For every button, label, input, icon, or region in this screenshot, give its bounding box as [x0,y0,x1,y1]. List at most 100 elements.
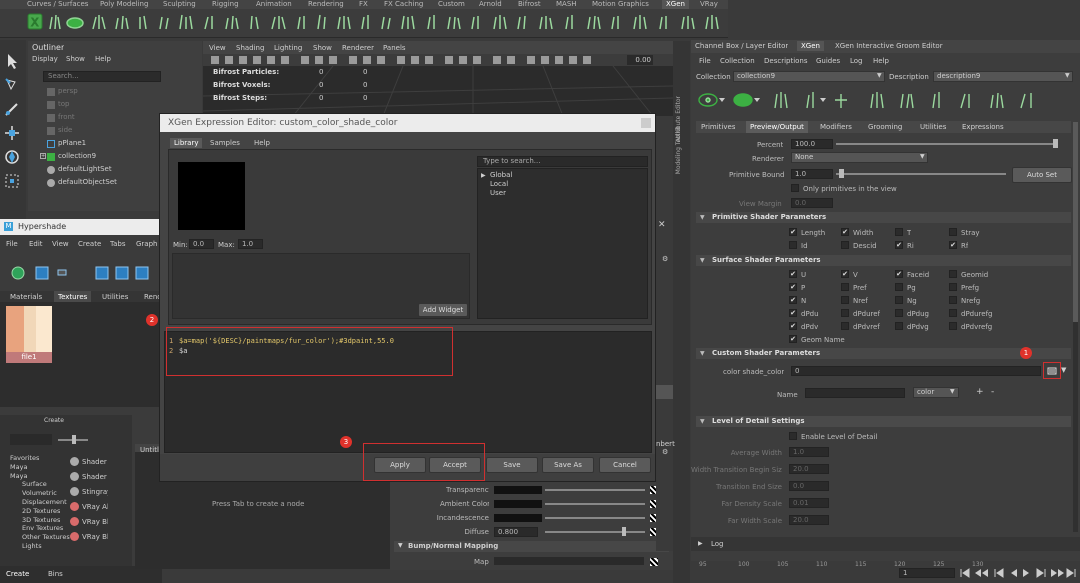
tab-samples[interactable]: Samples [210,139,240,147]
description-dropdown[interactable]: description9 [933,71,1073,82]
modeling-toolkit-tab[interactable]: Modeling Toolkit [675,126,688,174]
section-primitive-shader[interactable]: Primitive Shader Parameters [696,212,1071,223]
outliner-menu-display[interactable]: Display [32,55,58,63]
create-tree-item[interactable]: Other Textures [22,533,70,541]
tab-primitives[interactable]: Primitives [701,123,735,131]
shelf-tab[interactable]: Rendering [308,0,344,9]
icon-size-slider-handle[interactable] [72,435,76,444]
create-node-item[interactable]: Shader [82,458,108,466]
percent-slider-handle[interactable] [1053,139,1058,148]
scale-tool-icon[interactable] [3,172,21,190]
outliner-search-input[interactable]: Search... [43,71,161,82]
shader-param-checkbox[interactable] [789,241,797,249]
shader-param-checkbox[interactable]: ✔ [895,241,903,249]
shader-param-checkbox[interactable] [841,283,849,291]
outliner-item[interactable]: top [58,100,69,108]
shelf-tab[interactable]: Rigging [212,0,239,9]
shader-param-checkbox[interactable] [949,228,957,236]
tab-help[interactable]: Help [254,139,270,147]
tab-utilities[interactable]: Utilities [920,123,946,131]
shader-param-checkbox[interactable] [841,322,849,330]
lod-field[interactable]: 20.0 [789,464,829,474]
create-node-item[interactable]: Stingray [82,488,108,496]
shader-param-checkbox[interactable]: ✔ [841,270,849,278]
lod-field[interactable]: 0.0 [789,481,829,491]
shelf-tab[interactable]: FX [359,0,368,9]
max-field[interactable]: 1.0 [238,239,263,249]
create-search-input[interactable] [10,434,52,445]
outliner-item[interactable]: collection9 [58,152,96,160]
shader-param-checkbox[interactable] [841,296,849,304]
file1-label[interactable]: file1 [6,352,52,363]
hs-menu-file[interactable]: File [6,240,18,248]
shader-param-checkbox[interactable] [949,322,957,330]
outliner-menu-show[interactable]: Show [66,55,85,63]
shader-param-checkbox[interactable]: ✔ [789,283,797,291]
collection-dropdown[interactable]: collection9 [733,71,885,82]
color-preview-swatch[interactable] [178,162,245,230]
xgen-menu-descriptions[interactable]: Descriptions [764,57,808,65]
shelf-tab[interactable]: Animation [256,0,292,9]
shader-param-checkbox[interactable] [841,241,849,249]
create-tree-item[interactable]: Lights [22,542,42,550]
tab-channel-box[interactable]: Channel Box / Layer Editor [695,42,788,50]
diffuse-slider[interactable] [545,531,645,533]
create-tree-item[interactable]: Surface [22,480,47,488]
file1-swatch[interactable] [6,306,52,352]
hs-scroll[interactable] [656,385,673,399]
hs-menu-edit[interactable]: Edit [29,240,43,248]
mat-color-swatch[interactable] [494,486,542,494]
tab-xgen[interactable]: XGen [797,41,824,51]
create-node-item[interactable]: VRay Al [82,503,108,511]
percent-field[interactable]: 100.0 [791,139,833,149]
shader-param-checkbox[interactable] [895,228,903,236]
viewport-menu-renderer[interactable]: Renderer [342,44,374,52]
tab-expressions[interactable]: Expressions [962,123,1004,131]
xgen-toolbar-icons[interactable] [691,86,1080,114]
remove-param-button[interactable]: - [991,387,994,397]
tab-library[interactable]: Library [170,138,203,148]
shader-param-checkbox[interactable] [949,309,957,317]
shader-param-checkbox[interactable] [895,296,903,304]
view-margin-field[interactable]: 0.0 [791,198,833,208]
log-bar[interactable]: ▶ Log [691,537,1080,551]
shader-param-checkbox[interactable]: ✔ [789,296,797,304]
library-tree-item[interactable]: Local [490,180,508,188]
viewport-menu-view[interactable]: View [209,44,226,52]
shader-param-checkbox[interactable] [949,270,957,278]
chevron-down-icon[interactable]: ▼ [1061,366,1066,374]
tab-create[interactable]: Create [6,570,29,578]
outliner-item[interactable]: defaultObjectSet [58,178,117,186]
shader-param-checkbox[interactable] [949,296,957,304]
create-node-item[interactable]: VRay Bl [82,518,108,526]
tab-modifiers[interactable]: Modifiers [820,123,852,131]
cancel-button[interactable]: Cancel [599,457,651,473]
library-tree-item[interactable]: Global [490,171,512,179]
auto-set-button[interactable]: Auto Set [1012,167,1072,183]
shader-param-checkbox[interactable] [895,283,903,291]
outliner-item[interactable]: front [58,113,75,121]
move-tool-icon[interactable] [3,124,21,142]
xgen-menu-collection[interactable]: Collection [720,57,755,65]
shader-param-checkbox[interactable]: ✔ [789,335,797,343]
shelf-tab[interactable]: Curves / Surfaces [27,0,88,9]
hs-menu-graph[interactable]: Graph [136,240,157,248]
create-tree-item[interactable]: 2D Textures [22,507,60,515]
bound-slider-handle[interactable] [839,169,844,178]
hs-menu-tabs[interactable]: Tabs [110,240,126,248]
section-custom-shader[interactable]: Custom Shader Parameters [696,348,1071,359]
shelf-tab[interactable]: FX Caching [384,0,423,9]
hs-tab-materials[interactable]: Materials [10,293,42,301]
shader-param-checkbox[interactable]: ✔ [949,241,957,249]
library-tree-item[interactable]: User [490,189,506,197]
expand-arrow-icon[interactable]: ▶ [481,172,486,179]
lod-field[interactable]: 0.01 [789,498,829,508]
create-tree-item[interactable]: Favorites [10,454,39,462]
viewport[interactable]: Bifrost Particles: 0 0 Bifrost Voxels: 0… [203,66,673,116]
shelf-tab[interactable]: VRay [700,0,718,9]
viewport-menu-show[interactable]: Show [313,44,332,52]
create-tree-item[interactable]: Maya [10,463,27,471]
min-field[interactable]: 0.0 [189,239,214,249]
shader-param-checkbox[interactable]: ✔ [789,309,797,317]
only-prims-checkbox[interactable] [791,184,799,192]
